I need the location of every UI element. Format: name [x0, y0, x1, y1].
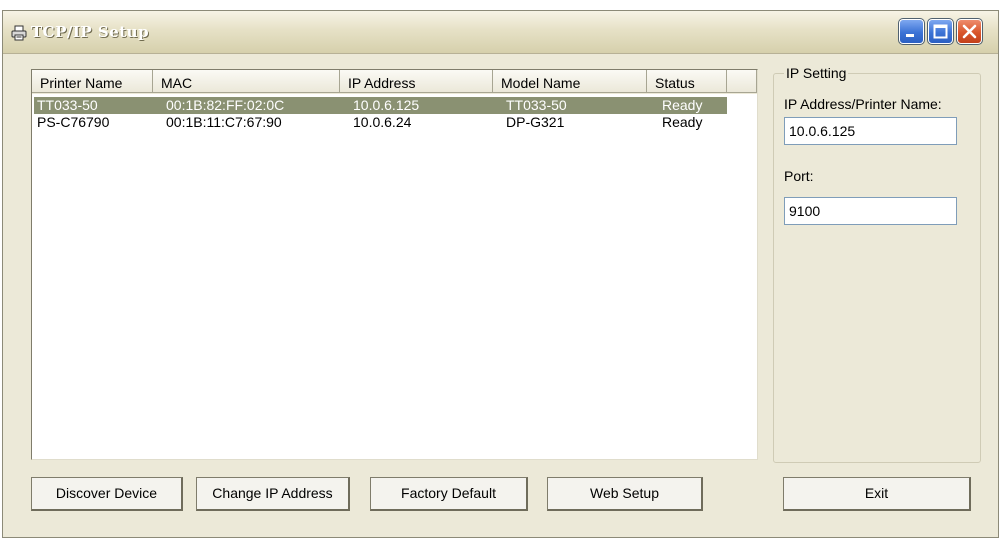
column-header-printer-name[interactable]: Printer Name [32, 70, 153, 93]
close-button[interactable] [956, 18, 983, 45]
cell-model-name: TT033-50 [506, 97, 567, 113]
column-header-mac[interactable]: MAC [153, 70, 340, 93]
cell-mac: 00:1B:82:FF:02:0C [166, 97, 285, 113]
column-header-filler [727, 70, 757, 93]
cell-status: Ready [662, 114, 703, 130]
web-setup-button[interactable]: Web Setup [547, 477, 703, 511]
ip-address-label: IP Address/Printer Name: [784, 96, 942, 112]
column-header-ip-address[interactable]: IP Address [340, 70, 493, 93]
table-row[interactable]: PS-C76790 00:1B:11:C7:67:90 10.0.6.24 DP… [34, 114, 727, 131]
column-header-status[interactable]: Status [647, 70, 727, 93]
device-list[interactable]: Printer Name MAC IP Address Model Name S… [31, 69, 758, 460]
cell-mac: 00:1B:11:C7:67:90 [166, 114, 282, 130]
cell-printer-name: PS-C76790 [37, 114, 110, 130]
table-row[interactable]: TT033-50 00:1B:82:FF:02:0C 10.0.6.125 TT… [34, 97, 727, 114]
column-header-model-name[interactable]: Model Name [493, 70, 647, 93]
port-field[interactable] [784, 197, 957, 225]
minimize-button[interactable] [898, 18, 925, 45]
factory-default-button[interactable]: Factory Default [370, 477, 528, 511]
printer-icon [11, 25, 27, 41]
title-bar[interactable]: TCP/IP Setup [3, 11, 998, 54]
window-title: TCP/IP Setup [31, 23, 150, 41]
exit-button[interactable]: Exit [783, 477, 971, 511]
discover-device-button[interactable]: Discover Device [31, 477, 183, 511]
ip-setting-group-title: IP Setting [784, 65, 849, 81]
change-ip-address-button[interactable]: Change IP Address [196, 477, 350, 511]
port-label: Port: [784, 168, 814, 184]
device-list-header: Printer Name MAC IP Address Model Name S… [32, 70, 757, 94]
tcpip-setup-window: TCP/IP Setup Printer Name MAC IP Address… [2, 10, 999, 538]
ip-address-field[interactable] [784, 117, 957, 145]
cell-model-name: DP-G321 [506, 114, 565, 130]
maximize-button[interactable] [927, 18, 954, 45]
cell-printer-name: TT033-50 [37, 97, 98, 113]
cell-ip-address: 10.0.6.24 [353, 114, 412, 130]
cell-ip-address: 10.0.6.125 [353, 97, 420, 113]
cell-status: Ready [662, 97, 703, 113]
